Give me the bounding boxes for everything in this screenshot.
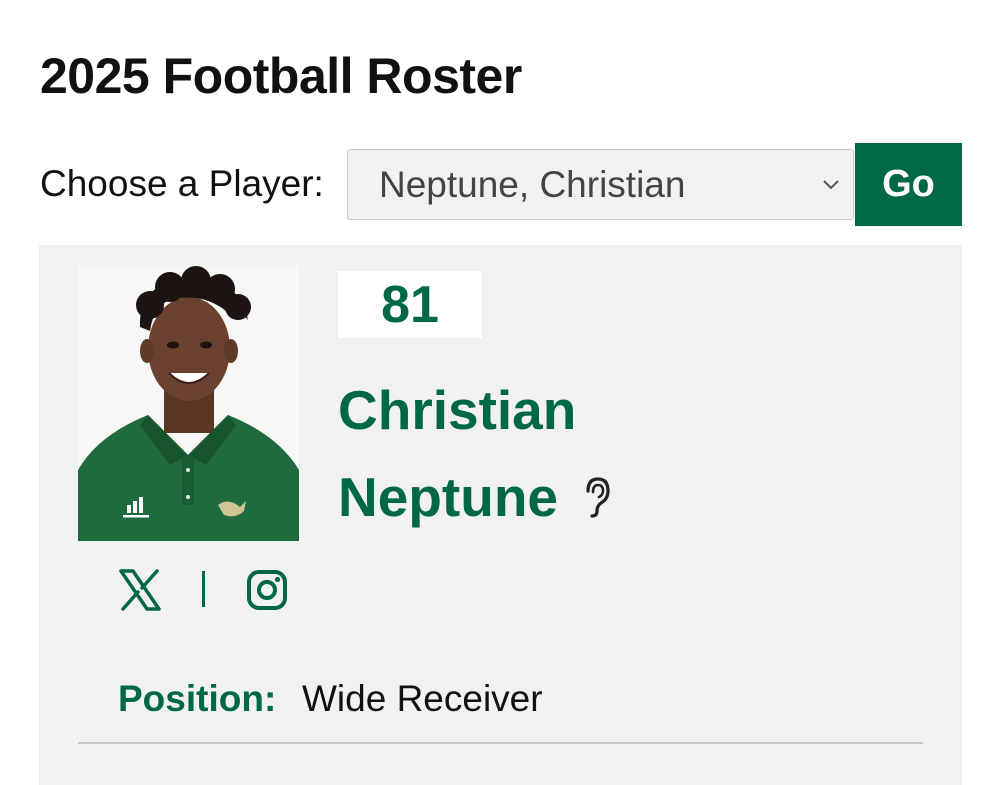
player-card: 81 Christian Neptune Position: Wide Rece… <box>39 245 962 785</box>
player-headshot <box>78 265 299 541</box>
ear-icon[interactable] <box>582 475 612 519</box>
player-first-name: Christian <box>338 379 577 441</box>
player-last-name: Neptune <box>338 466 558 528</box>
instagram-icon[interactable] <box>246 569 288 611</box>
player-select[interactable]: Neptune, Christian <box>347 149 854 220</box>
position-label: Position: <box>118 678 277 719</box>
divider-line <box>78 742 923 744</box>
player-select-value: Neptune, Christian <box>379 164 686 205</box>
page-title: 2025 Football Roster <box>40 48 522 104</box>
social-divider <box>202 571 205 607</box>
position-value: Wide Receiver <box>302 678 543 719</box>
x-icon[interactable] <box>118 568 162 612</box>
go-button[interactable]: Go <box>855 143 962 226</box>
chevron-down-icon <box>823 180 839 190</box>
choose-player-label: Choose a Player: <box>40 163 324 204</box>
jersey-number: 81 <box>338 271 482 338</box>
